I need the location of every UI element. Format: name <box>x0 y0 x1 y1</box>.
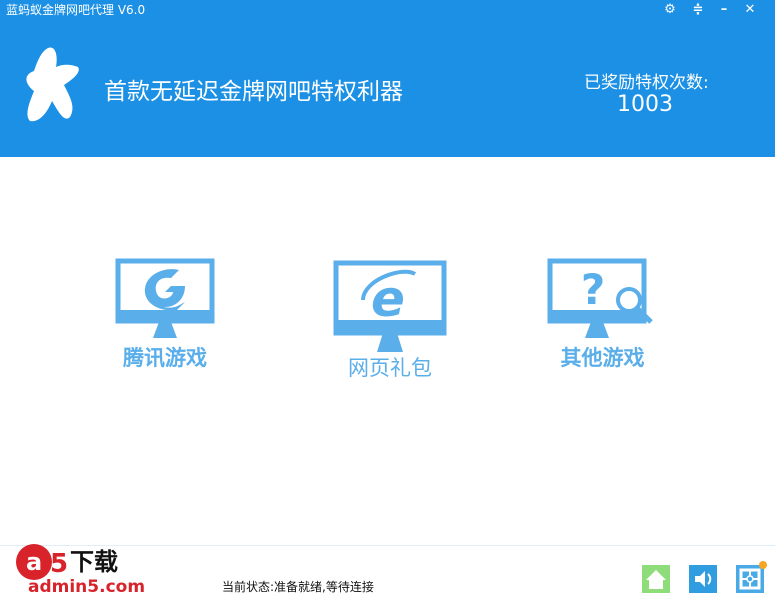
tile-other-games[interactable]: ? 其他游戏 <box>545 258 660 372</box>
slogan: 首款无延迟金牌网吧特权利器 <box>104 79 403 105</box>
home-button[interactable] <box>642 565 670 593</box>
tile-label: 网页礼包 <box>348 356 432 380</box>
settings-panel-button[interactable] <box>736 561 767 593</box>
reward-count-label: 已奖励特权次数: <box>584 73 709 93</box>
ant-logo-icon <box>26 47 79 122</box>
sound-button[interactable] <box>689 565 717 593</box>
minimize-icon[interactable]: – <box>716 2 732 17</box>
tile-tencent-games[interactable]: 腾讯游戏 <box>110 258 220 372</box>
svg-text:admin5.com: admin5.com <box>28 577 145 597</box>
ie-browser-icon: e <box>333 260 447 352</box>
svg-text:?: ? <box>580 265 604 314</box>
status-text: 当前状态:准备就绪,等待连接 <box>222 580 374 594</box>
menu-dropdown-icon[interactable]: ≑ <box>690 2 706 17</box>
question-search-icon: ? <box>547 258 653 338</box>
notification-dot <box>759 561 767 569</box>
svg-text:a: a <box>26 548 42 576</box>
home-icon <box>646 570 666 589</box>
tile-label: 腾讯游戏 <box>123 346 207 370</box>
svg-text:下载: 下载 <box>70 548 118 576</box>
tile-web-gifts[interactable]: e 网页礼包 <box>330 260 450 382</box>
header-banner: 蓝蚂蚁金牌网吧代理 V6.0 ⚙ ≑ – ✕ 首款无延迟金牌网吧特权利器 已奖励… <box>0 0 775 157</box>
window-title: 蓝蚂蚁金牌网吧代理 V6.0 <box>6 3 146 17</box>
close-icon[interactable]: ✕ <box>742 2 758 17</box>
tencent-games-icon <box>115 258 215 338</box>
reward-count: 1003 <box>617 92 673 117</box>
tile-label: 其他游戏 <box>560 346 645 370</box>
svg-text:5: 5 <box>50 549 68 579</box>
settings-icon[interactable]: ⚙ <box>662 2 678 17</box>
watermark-logo: a 5 下载 admin5.com <box>4 540 160 598</box>
network-icon <box>739 568 761 590</box>
speaker-icon <box>695 571 712 587</box>
